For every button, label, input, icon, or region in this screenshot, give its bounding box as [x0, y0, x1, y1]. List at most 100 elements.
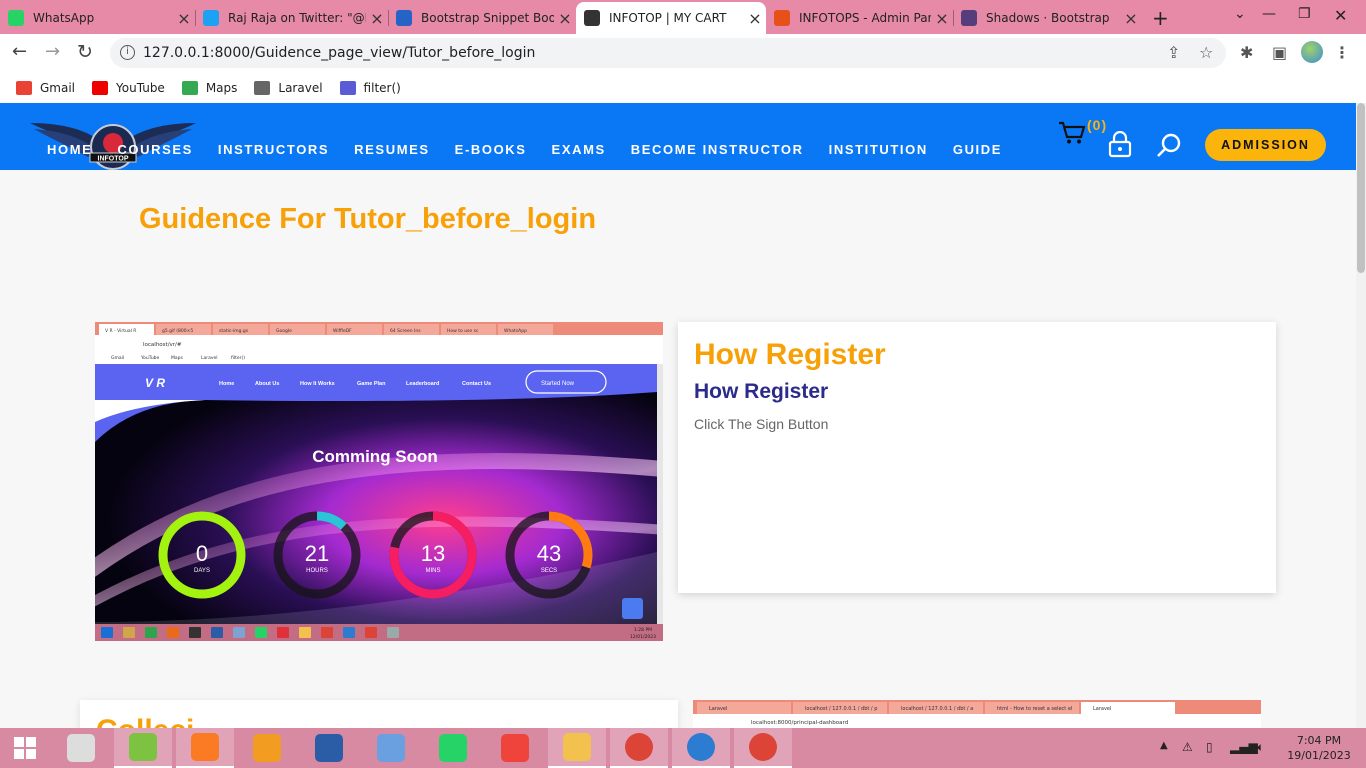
mini-taskbar-icon — [123, 627, 135, 638]
globe-icon — [339, 80, 356, 95]
browser-tab[interactable]: WhatsApp × — [0, 2, 195, 34]
network-warning-icon[interactable]: ⚠ — [1182, 740, 1193, 754]
close-tab-icon[interactable]: × — [744, 9, 766, 28]
bootstrap-b-icon — [961, 10, 977, 26]
file-explorer-icon[interactable] — [548, 728, 606, 768]
menu-item-e-books[interactable]: E-BOOKS — [455, 142, 527, 157]
snipping-tool-icon[interactable] — [52, 728, 110, 768]
guide-body: Click The Sign Button — [694, 416, 829, 432]
menu-item-instructors[interactable]: INSTRUCTORS — [218, 142, 329, 157]
window-manager-icon[interactable] — [362, 728, 420, 768]
mini-tab-title: localhost / 127.0.0.1 / dbt / a — [901, 706, 973, 712]
tab-search-chevron-icon[interactable]: ⌄ — [1234, 6, 1246, 22]
menu-item-become-instructor[interactable]: BECOME INSTRUCTOR — [631, 142, 804, 157]
chrome-icon[interactable] — [610, 728, 668, 768]
mini-taskbar-icon — [321, 627, 333, 638]
vscode-icon[interactable] — [672, 728, 730, 768]
mini-taskbar-icon — [387, 627, 399, 638]
bookmark-item[interactable]: YouTube — [92, 80, 165, 95]
menu-item-courses[interactable]: COURSES — [117, 142, 193, 157]
menu-item-resumes[interactable]: RESUMES — [354, 142, 430, 157]
mini-tab-title: Laravel — [1093, 706, 1111, 712]
bookmark-label: filter() — [363, 80, 401, 95]
url-field[interactable]: i 127.0.0.1:8000/Guidence_page_view/Tuto… — [110, 38, 1226, 68]
mini-tab-title: g5.gif (800×5 — [162, 328, 193, 334]
extensions-puzzle-icon[interactable]: ✱ — [1240, 43, 1253, 62]
tab-title: Shadows · Bootstrap — [986, 11, 1110, 25]
restore-window-icon[interactable]: ❐ — [1298, 6, 1311, 22]
browser-tab[interactable]: INFOTOP | MY CART × — [576, 2, 766, 34]
scrollbar-thumb[interactable] — [1357, 103, 1365, 273]
system-clock[interactable]: 7:04 PM 19/01/2023 — [1284, 733, 1354, 763]
anydesk-icon[interactable] — [486, 728, 544, 768]
menu-item-home[interactable]: HOME — [47, 142, 92, 157]
guide-card-2: Colleci — [80, 700, 678, 728]
menu-item-exams[interactable]: EXAMS — [552, 142, 606, 157]
close-tab-icon[interactable]: × — [554, 9, 576, 28]
countdown-value: 0 — [196, 541, 208, 566]
word-icon[interactable] — [300, 728, 358, 768]
mini-tab-title: localhost / 127.0.0.1 / dbt / p — [805, 706, 877, 712]
mini-taskbar-icon — [365, 627, 377, 638]
cart-count[interactable]: (0) — [1087, 117, 1107, 133]
menu-item-institution[interactable]: INSTITUTION — [829, 142, 928, 157]
tray-chevron-icon[interactable]: ▲ — [1160, 740, 1168, 751]
browser-toolbar: ← → ↻ i 127.0.0.1:8000/Guidence_page_vie… — [0, 34, 1366, 72]
guide-card: How Register How Register Click The Sign… — [678, 322, 1276, 593]
close-tab-icon[interactable]: × — [173, 9, 195, 28]
profile-avatar[interactable] — [1301, 41, 1323, 63]
reload-icon[interactable]: ↻ — [77, 41, 93, 63]
bookmark-item[interactable]: Gmail — [16, 80, 75, 95]
bookmark-item[interactable]: Maps — [181, 80, 237, 95]
bookmark-item[interactable]: Laravel — [254, 80, 323, 95]
side-panel-icon[interactable]: ▣ — [1272, 43, 1287, 62]
close-tab-icon[interactable]: × — [366, 9, 388, 28]
back-arrow-icon[interactable]: ← — [12, 41, 27, 62]
bookmark-star-icon[interactable]: ☆ — [1199, 43, 1213, 62]
signal-icon[interactable]: ▂▄▆ — [1230, 740, 1258, 754]
windows-start-icon[interactable] — [0, 728, 50, 768]
cart-icon[interactable] — [1058, 121, 1086, 145]
volume-icon[interactable]: 🔈︎ — [1257, 740, 1264, 755]
browser-tab[interactable]: Bootstrap Snippet Boot × — [388, 2, 576, 34]
page-scrollbar[interactable] — [1356, 103, 1366, 728]
site-navbar: INFOTOP HOME COURSES INSTRUCTORS RESUMES E-B… — [0, 103, 1356, 170]
infotop-wing-icon — [584, 10, 600, 26]
menu-item-guide[interactable]: GUIDE — [953, 142, 1002, 157]
tab-title: Bootstrap Snippet Boot — [421, 11, 554, 25]
new-tab-plus-icon[interactable]: + — [1152, 6, 1169, 30]
browser-tab[interactable]: INFOTOPS - Admin Pan × — [766, 2, 953, 34]
mini-bookmark: YouTube — [140, 355, 160, 361]
mini-nav-item: How It Works — [300, 381, 335, 387]
site-info-icon[interactable]: i — [120, 45, 135, 60]
chrome-icon-2[interactable] — [734, 728, 792, 768]
mini-bookmark: Gmail — [111, 355, 124, 361]
countdown-unit: HOURS — [306, 568, 328, 574]
guide-heading: How Register — [694, 338, 886, 371]
sublime-text-icon[interactable] — [238, 728, 296, 768]
admission-button[interactable]: ADMISSION — [1205, 129, 1326, 161]
close-window-icon[interactable]: ✕ — [1334, 6, 1347, 25]
lock-icon[interactable] — [1108, 131, 1132, 158]
close-tab-icon[interactable]: × — [931, 9, 953, 28]
minimize-window-icon[interactable]: — — [1262, 6, 1276, 22]
forward-arrow-icon[interactable]: → — [45, 41, 60, 62]
share-icon[interactable]: ⇪ — [1167, 43, 1180, 62]
search-icon[interactable] — [1156, 133, 1182, 159]
mini-taskbar-icon — [255, 627, 267, 638]
whatsapp-app-icon[interactable] — [424, 728, 482, 768]
bookmark-label: Laravel — [278, 80, 323, 95]
xampp-icon[interactable] — [176, 728, 234, 768]
bookmark-item[interactable]: filter() — [339, 80, 401, 95]
browser-tab-strip: WhatsApp × Raj Raja on Twitter: "@E × Bootst… — [0, 0, 1366, 34]
notepad-plus-icon[interactable] — [114, 728, 172, 768]
browser-tab[interactable]: Shadows · Bootstrap × — [953, 2, 1142, 34]
coming-soon-screenshot: V R - Virtual R g5.gif (800×5 static-img.g… — [95, 322, 663, 641]
browser-tab[interactable]: Raj Raja on Twitter: "@E × — [195, 2, 388, 34]
battery-icon[interactable]: ▯ — [1206, 740, 1213, 754]
close-tab-icon[interactable]: × — [1120, 9, 1142, 28]
mini-nav-item: Game Plan — [357, 381, 386, 387]
kebab-menu-icon[interactable]: ⋮ — [1334, 43, 1350, 62]
page-title: Guidence For Tutor_before_login — [139, 203, 597, 235]
mini-brand: V R — [145, 376, 165, 390]
